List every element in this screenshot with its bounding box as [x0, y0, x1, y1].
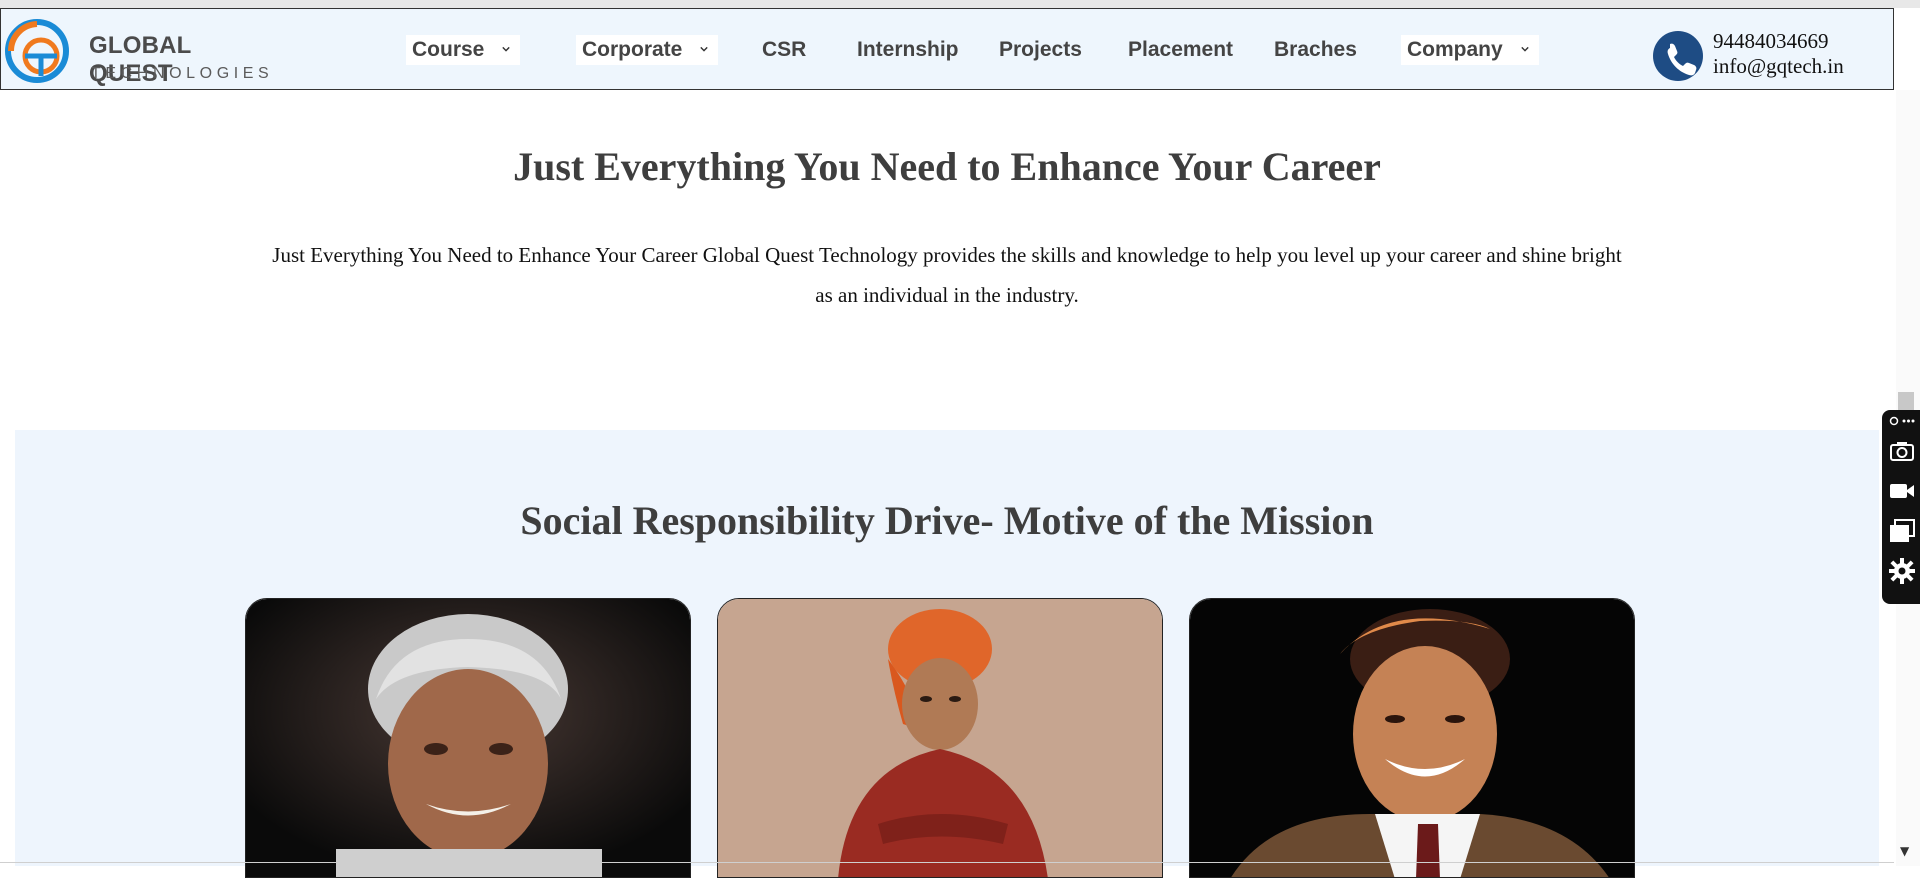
- nav-item-label: Corporate: [582, 38, 683, 61]
- nav-item-internship[interactable]: Internship: [857, 35, 959, 65]
- csr-card-2[interactable]: [717, 598, 1163, 878]
- portrait-image: [246, 599, 690, 877]
- site-header: GLOBAL QUEST TECHNOLOGIES Course Corpora…: [0, 8, 1894, 90]
- nav-item-label: Company: [1407, 38, 1503, 61]
- video-icon[interactable]: [1889, 478, 1915, 504]
- gear-icon[interactable]: [1889, 558, 1915, 584]
- scroll-down-arrow-icon[interactable]: ▼: [1900, 844, 1909, 858]
- chevron-down-icon: [1520, 46, 1529, 52]
- nav-item-company[interactable]: Company: [1401, 35, 1539, 65]
- nav-item-placement[interactable]: Placement: [1128, 35, 1233, 65]
- browser-top-strip: [0, 0, 1920, 8]
- link-more-icon[interactable]: [1889, 414, 1915, 428]
- camera-icon[interactable]: [1889, 438, 1915, 464]
- window-icon[interactable]: [1889, 518, 1915, 544]
- viewport-bottom-edge: [0, 862, 1894, 863]
- hero-description: Just Everything You Need to Enhance Your…: [272, 243, 1622, 307]
- phone-icon[interactable]: [1653, 31, 1703, 81]
- csr-section: Social Responsibility Drive- Motive of t…: [15, 430, 1879, 878]
- logo-mark-icon: [5, 19, 69, 83]
- nav-item-braches[interactable]: Braches: [1274, 35, 1357, 65]
- csr-card-1[interactable]: [245, 598, 691, 878]
- nav-item-csr[interactable]: CSR: [762, 35, 806, 65]
- contact-phone[interactable]: 94484034669: [1713, 29, 1829, 54]
- site-logo[interactable]: GLOBAL QUEST TECHNOLOGIES: [3, 16, 274, 87]
- csr-title: Social Responsibility Drive- Motive of t…: [520, 498, 1374, 543]
- chevron-down-icon: [502, 46, 511, 52]
- logo-subtitle: TECHNOLOGIES: [91, 65, 274, 82]
- csr-card-3[interactable]: [1189, 598, 1635, 878]
- contact-email[interactable]: info@gqtech.in: [1713, 54, 1844, 79]
- hero-title: Just Everything You Need to Enhance Your…: [513, 144, 1381, 189]
- nav-item-corporate[interactable]: Corporate: [576, 35, 719, 65]
- chevron-down-icon: [700, 46, 709, 52]
- nav-item-projects[interactable]: Projects: [999, 35, 1082, 65]
- portrait-image: [1190, 599, 1634, 877]
- nav-item-label: Course: [412, 38, 485, 61]
- portrait-image: [718, 599, 1162, 877]
- capture-toolbar: [1882, 410, 1920, 604]
- nav-item-course[interactable]: Course: [406, 35, 521, 65]
